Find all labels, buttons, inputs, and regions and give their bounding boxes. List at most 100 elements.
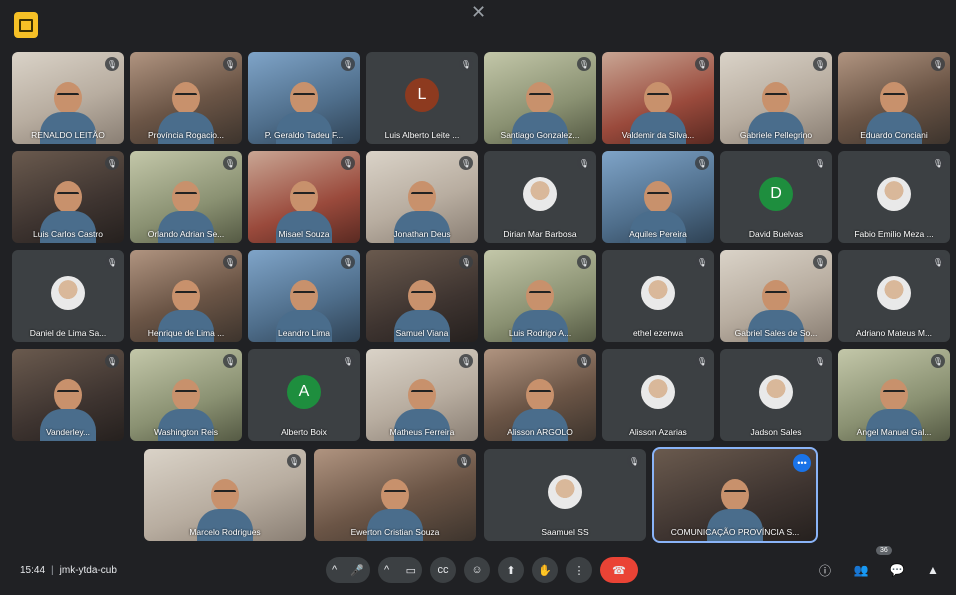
participant-tile[interactable]: 🎙 P. Geraldo Tadeu F...: [248, 52, 360, 144]
mic-muted-icon: 🎙: [627, 454, 641, 468]
camera-control[interactable]: ^ ▭: [378, 557, 422, 583]
chevron-up-icon[interactable]: ^: [384, 564, 389, 576]
mic-muted-icon: 🎙: [459, 255, 473, 269]
participant-name: Luis Alberto Leite ...: [384, 130, 460, 140]
participant-tile[interactable]: 🎙 Washington Reis: [130, 349, 242, 441]
participant-name: P. Geraldo Tadeu F...: [264, 130, 344, 140]
emoji-button[interactable]: ☺: [464, 557, 490, 583]
mic-muted-icon: 🎙: [931, 354, 945, 368]
participant-name: Província Rogacio...: [147, 130, 225, 140]
avatar: A: [287, 375, 321, 409]
camera-icon[interactable]: ▭: [406, 564, 416, 577]
chat-button[interactable]: 💬: [886, 559, 908, 581]
participant-tile[interactable]: 🎙 Ewerton Cristian Souza: [314, 449, 476, 541]
participant-tile[interactable]: 🎙 Adriano Mateus M...: [838, 250, 950, 342]
mic-control[interactable]: ^ 🎤: [326, 557, 370, 583]
participant-tile[interactable]: 🎙 Luis Rodrigo A...: [484, 250, 596, 342]
more-options-icon[interactable]: •••: [793, 454, 811, 472]
participant-name: David Buelvas: [748, 229, 804, 239]
participant-tile[interactable]: L 🎙 Luis Alberto Leite ...: [366, 52, 478, 144]
participant-tile[interactable]: 🎙 Vanderley...: [12, 349, 124, 441]
participant-tile[interactable]: 🎙 Leandro Lima: [248, 250, 360, 342]
meeting-details-button[interactable]: ⓘ: [814, 559, 836, 581]
mic-muted-icon: 🎙: [341, 156, 355, 170]
end-call-button[interactable]: ☎: [600, 557, 638, 583]
participant-row: 🎙 Marcelo Rodrigues 🎙 Ewerton Cristian Souz…: [144, 447, 818, 543]
participant-tile[interactable]: 🎙 Jonathan Deus: [366, 151, 478, 243]
participant-tile[interactable]: 🎙 Dirian Mar Barbosa: [484, 151, 596, 243]
mic-muted-icon: 🎙: [105, 57, 119, 71]
participant-tile[interactable]: 🎙 Gabriel Sales de So...: [720, 250, 832, 342]
participant-tile[interactable]: 🎙 Daniel de Lima Sa...: [12, 250, 124, 342]
present-icon: ⬆: [506, 564, 516, 577]
mic-muted-icon: 🎙: [223, 57, 237, 71]
captions-icon: cc: [437, 564, 449, 576]
participant-row: 🎙 Luis Carlos Castro 🎙 Orlando Adrian Se...…: [12, 151, 950, 243]
close-icon[interactable]: ✕: [471, 2, 486, 23]
participant-tile[interactable]: 🎙 Eduardo Conciani: [838, 52, 950, 144]
chevron-up-icon[interactable]: ^: [332, 564, 337, 576]
participant-name: Jadson Sales: [750, 427, 802, 437]
participant-tile[interactable]: 🎙 Jadson Sales: [720, 349, 832, 441]
participant-name: Gabriele Pellegrino: [739, 130, 813, 140]
mic-muted-icon: 🎙: [223, 156, 237, 170]
participant-name: Misael Souza: [278, 229, 330, 239]
mic-muted-icon: 🎙: [813, 354, 827, 368]
participant-tile[interactable]: 🎙 Misael Souza: [248, 151, 360, 243]
participant-tile[interactable]: 🎙 ethel ezenwa: [602, 250, 714, 342]
participant-tile[interactable]: 🎙 Angel Manuel Gal...: [838, 349, 950, 441]
participant-tile[interactable]: 🎙 Fabio Emilio Meza ...: [838, 151, 950, 243]
participant-tile[interactable]: 🎙 RENALDO LEITÃO: [12, 52, 124, 144]
mic-icon[interactable]: 🎤: [350, 564, 364, 577]
avatar: [877, 177, 911, 211]
participant-tile[interactable]: 🎙 Aquiles Pereira: [602, 151, 714, 243]
participant-name: Orlando Adrian Se...: [147, 229, 225, 239]
participant-tile[interactable]: A 🎙 Alberto Boix: [248, 349, 360, 441]
raise-hand-button[interactable]: ✋: [532, 557, 558, 583]
participant-name: COMUNICAÇÃO PROVÍNCIA S...: [670, 527, 800, 537]
participant-tile[interactable]: 🎙 Alisson ARGOLO: [484, 349, 596, 441]
mic-muted-icon: 🎙: [813, 57, 827, 71]
participant-tile[interactable]: 🎙 Alisson Azarias: [602, 349, 714, 441]
participant-tile[interactable]: 🎙 Matheus Ferreira: [366, 349, 478, 441]
present-button[interactable]: ⬆: [498, 557, 524, 583]
mic-muted-icon: 🎙: [105, 156, 119, 170]
mic-muted-icon: 🎙: [813, 156, 827, 170]
participant-tile[interactable]: 🎙 Orlando Adrian Se...: [130, 151, 242, 243]
mic-muted-icon: 🎙: [695, 255, 709, 269]
mic-muted-icon: 🎙: [105, 255, 119, 269]
participant-name: Vanderley...: [45, 427, 91, 437]
emoji-icon: ☺: [471, 564, 483, 576]
activities-button[interactable]: ▲: [922, 559, 944, 581]
participant-tile[interactable]: 🎙 Marcelo Rodrigues: [144, 449, 306, 541]
mic-muted-icon: 🎙: [287, 454, 301, 468]
more-options-button[interactable]: ⋮: [566, 557, 592, 583]
more-vert-icon: ⋮: [573, 564, 585, 577]
participant-tile[interactable]: 🎙 Samuel Viana: [366, 250, 478, 342]
mic-muted-icon: 🎙: [459, 354, 473, 368]
participant-name: Aquiles Pereira: [629, 229, 687, 239]
mic-muted-icon: 🎙: [105, 354, 119, 368]
participant-tile[interactable]: 🎙 Província Rogacio...: [130, 52, 242, 144]
participant-tile[interactable]: ••• COMUNICAÇÃO PROVÍNCIA S...: [652, 447, 818, 543]
captions-button[interactable]: cc: [430, 557, 456, 583]
people-button[interactable]: 36 👥: [850, 546, 892, 581]
participant-tile[interactable]: 🎙 Valdemir da Silva...: [602, 52, 714, 144]
participant-tile[interactable]: 🎙 Santiago Gonzalez...: [484, 52, 596, 144]
meeting-info: 15:44 | jmk-ytda-cub: [20, 565, 117, 576]
participant-tile[interactable]: 🎙 Gabriele Pellegrino: [720, 52, 832, 144]
participant-tile[interactable]: 🎙 Henrique de Lima ...: [130, 250, 242, 342]
participant-name: Gabriel Sales de So...: [734, 328, 818, 338]
mic-muted-icon: 🎙: [577, 57, 591, 71]
mic-muted-icon: 🎙: [459, 156, 473, 170]
participant-name: Eduardo Conciani: [860, 130, 928, 140]
participant-tile[interactable]: 🎙 Luis Carlos Castro: [12, 151, 124, 243]
participant-tile[interactable]: D 🎙 David Buelvas: [720, 151, 832, 243]
people-icon: 👥: [853, 563, 869, 577]
avatar: [759, 375, 793, 409]
participant-name: Luis Rodrigo A...: [508, 328, 572, 338]
participant-name: Alberto Boix: [281, 427, 327, 437]
participant-tile[interactable]: 🎙 Saamuel SS: [484, 449, 646, 541]
side-controls: ⓘ 36 👥 💬 ▲: [814, 546, 944, 581]
participant-name: Adriano Mateus M...: [855, 328, 933, 338]
